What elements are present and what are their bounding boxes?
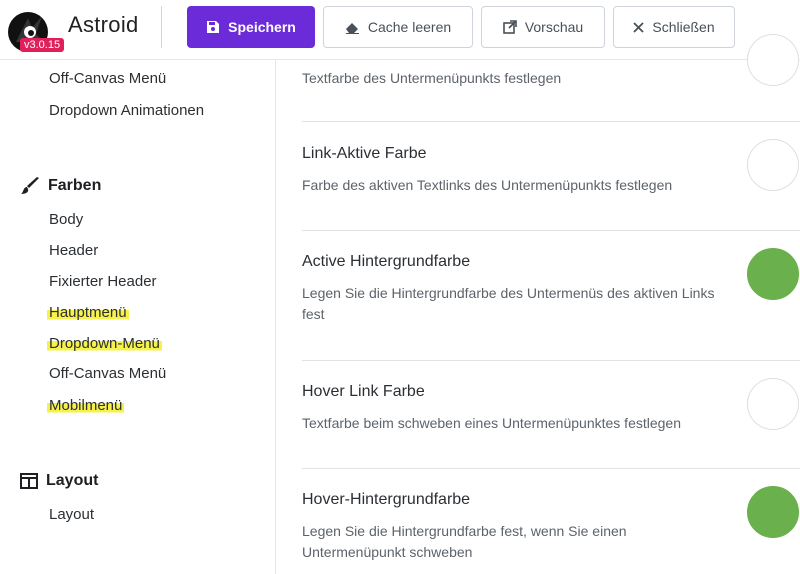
brand-name: Astroid [68,12,139,37]
highlight: Hauptmenü [47,304,129,321]
sidebar-item-body[interactable]: Body [49,211,83,228]
setting-description: Legen Sie die Hintergrundfarbe des Unter… [302,285,715,322]
sidebar-item-dropdown-menu[interactable]: Dropdown-Menü [47,335,162,352]
top-bar: v3.0.15 Astroid Speichern Cache leeren V… [0,0,800,60]
astroid-logo: v3.0.15 [6,4,66,56]
setting-title: Link-Aktive Farbe [302,145,427,162]
highlight: Dropdown-Menü [47,335,162,352]
sidebar-group-layout[interactable]: Layout [20,472,98,490]
row-divider [302,121,800,122]
highlight: Mobilmenü [47,397,125,414]
close-label: Schließen [652,19,715,35]
preview-label: Vorschau [524,19,584,35]
clear-cache-button[interactable]: Cache leeren [323,6,473,48]
save-button[interactable]: Speichern [187,6,315,48]
color-picker-swatch[interactable] [747,486,799,538]
sidebar-group-farben[interactable]: Farben [20,177,101,195]
setting-row: Link-Aktive Farbe Farbe des aktiven Text… [302,145,800,196]
row-divider [302,468,800,469]
preview-button[interactable]: Vorschau [481,6,605,48]
sidebar-item-header[interactable]: Header [49,242,98,259]
setting-row: Active Hintergrundfarbe Legen Sie die Hi… [302,253,722,325]
setting-description: Textfarbe beim schweben eines Untermenüp… [302,415,681,431]
brand-divider [161,6,162,48]
row-divider [302,360,800,361]
sidebar-item-offcanvas-menu[interactable]: Off-Canvas Menü [49,70,166,87]
setting-row: Hover-Hintergrundfarbe Legen Sie die Hin… [302,491,702,563]
setting-title: Hover-Hintergrundfarbe [302,491,471,508]
sidebar-item-hauptmenu[interactable]: Hauptmenü [47,304,129,321]
sidebar-item-layout[interactable]: Layout [49,506,94,523]
sidebar-item-fixierter-header[interactable]: Fixierter Header [49,273,157,290]
sidebar-item-mobilmenu[interactable]: Mobilmenü [47,397,125,414]
layout-icon [20,473,38,489]
setting-description: Legen Sie die Hintergrundfarbe fest, wen… [302,523,627,560]
setting-description: Textfarbe des Untermenüpunkts festlegen [302,70,562,86]
save-label: Speichern [228,19,296,35]
color-picker-swatch[interactable] [747,139,799,191]
version-badge: v3.0.15 [20,38,65,52]
settings-panel: Textfarbe des Untermenüpunkts festlegen … [277,34,800,574]
setting-row: Textfarbe des Untermenüpunkts festlegen [302,68,800,89]
setting-row: Hover Link Farbe Textfarbe beim schweben… [302,383,800,434]
close-icon [633,21,644,33]
clear-cache-label: Cache leeren [367,19,452,35]
sidebar-item-offcanvas-menu-color[interactable]: Off-Canvas Menü [49,365,166,382]
sidebar-group-layout-label: Layout [46,472,99,489]
row-divider [302,230,800,231]
sidebar-item-dropdown-animationen[interactable]: Dropdown Animationen [49,102,204,119]
close-button[interactable]: Schließen [613,6,735,48]
external-link-icon [503,20,517,34]
color-picker-swatch[interactable] [747,378,799,430]
setting-title: Active Hintergrundfarbe [302,253,471,270]
sidebar-group-farben-label: Farben [48,177,102,194]
color-picker-swatch[interactable] [747,34,799,86]
paintbrush-icon [20,177,40,195]
sidebar: Off-Canvas Menü Dropdown Animationen Far… [0,60,276,574]
setting-description: Farbe des aktiven Textlinks des Untermen… [302,177,673,193]
color-picker-swatch[interactable] [747,248,799,300]
floppy-disk-icon [206,20,220,34]
eraser-icon [345,21,360,34]
setting-title: Hover Link Farbe [302,383,425,400]
